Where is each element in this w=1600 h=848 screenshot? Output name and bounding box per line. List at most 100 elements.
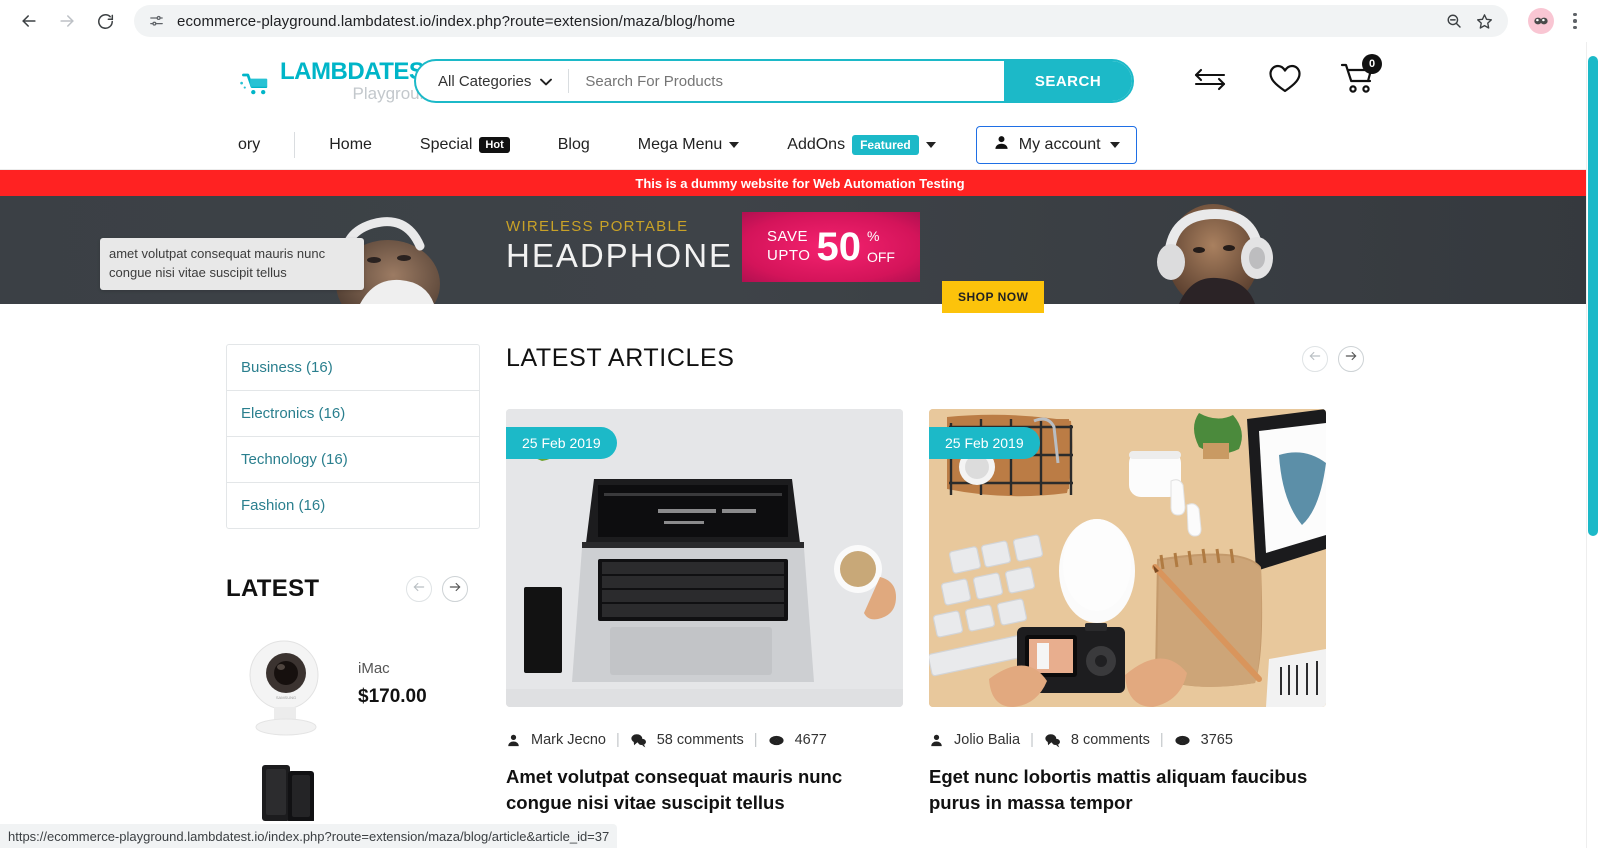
- article-author: Jolio Balia: [954, 732, 1021, 748]
- dummy-site-notice: This is a dummy website for Web Automati…: [0, 170, 1600, 196]
- my-account-label: My account: [1018, 135, 1101, 153]
- articles-next-button[interactable]: [1338, 345, 1364, 372]
- nav-label: Mega Menu: [637, 135, 723, 153]
- nav-label: AddOns: [787, 135, 846, 153]
- category-item-technology[interactable]: Technology (16): [227, 437, 479, 483]
- arrow-left-icon: [1308, 349, 1322, 368]
- meta-separator: |: [1030, 732, 1034, 748]
- arrow-left-icon: [412, 580, 426, 599]
- search-input[interactable]: [569, 61, 1004, 101]
- nav-label: Special: [419, 135, 473, 153]
- latest-articles-title: LATEST ARTICLES: [506, 344, 735, 372]
- compare-button[interactable]: [1190, 64, 1230, 99]
- product-image-imac: SAMSUNG: [226, 629, 346, 739]
- hero-text: WIRELESS PORTABLE HEADPHONE: [506, 218, 733, 275]
- latest-next-button[interactable]: [442, 576, 468, 602]
- nav-divider: [294, 131, 296, 158]
- product-price: $170.00: [358, 686, 427, 707]
- main-navigation: ory Home Special Hot Blog Mega Menu AddO…: [0, 120, 1600, 290]
- chevron-down-icon: [925, 141, 936, 148]
- article-views: 4677: [794, 732, 827, 748]
- site-logo[interactable]: LAMBDATEST Playground: [238, 60, 439, 102]
- article-title[interactable]: Amet volutpat consequat mauris nunc cong…: [506, 764, 903, 817]
- search-button[interactable]: SEARCH: [1004, 61, 1132, 101]
- comments-icon: [1044, 733, 1061, 748]
- category-item-business[interactable]: Business (16): [227, 345, 479, 391]
- hero-upto-label: UPTO: [767, 247, 811, 264]
- article-image-laptop[interactable]: 25 Feb 2019: [506, 409, 903, 707]
- category-list: Business (16) Electronics (16) Technolog…: [226, 344, 480, 529]
- back-arrow-icon: [19, 11, 39, 31]
- featured-badge: Featured: [852, 134, 919, 155]
- article-card[interactable]: 25 Feb 2019 Jolio Balia | 8 comments | 3…: [929, 409, 1326, 817]
- arrow-right-icon: [448, 580, 462, 599]
- article-views: 3765: [1200, 732, 1233, 748]
- nav-item-mega-menu[interactable]: Mega Menu: [614, 136, 764, 154]
- page-content: Business (16) Electronics (16) Technolog…: [0, 304, 1600, 848]
- latest-products-header: LATEST: [226, 575, 480, 603]
- article-date-badge: 25 Feb 2019: [506, 427, 617, 459]
- heart-icon: [1268, 63, 1302, 99]
- nav-item-special[interactable]: Special Hot: [396, 136, 534, 154]
- site-settings-icon[interactable]: [148, 13, 165, 30]
- nav-label: Home: [329, 135, 372, 153]
- address-bar[interactable]: ecommerce-playground.lambdatest.io/index…: [134, 5, 1508, 37]
- chevron-down-icon: [540, 73, 553, 90]
- latest-prev-button[interactable]: [406, 576, 432, 602]
- sidebar-product-item[interactable]: SAMSUNG iMac $170.00: [226, 629, 480, 739]
- forward-arrow-icon: [57, 11, 77, 31]
- user-icon: [506, 733, 521, 748]
- category-item-fashion[interactable]: Fashion (16): [227, 483, 479, 528]
- article-image-desk[interactable]: 25 Feb 2019: [929, 409, 1326, 707]
- product-name: iMac: [358, 660, 390, 677]
- shop-by-category-label: ory: [238, 135, 261, 153]
- latest-articles-section: LATEST ARTICLES 25 Feb 2019 Mark Jecno |…: [480, 304, 1600, 848]
- category-item-electronics[interactable]: Electronics (16): [227, 391, 479, 437]
- kebab-menu-icon[interactable]: [1562, 12, 1588, 30]
- back-button[interactable]: [12, 4, 46, 38]
- chevron-down-icon: [729, 141, 740, 148]
- category-select-label: All Categories: [438, 72, 532, 90]
- search-bar: All Categories SEARCH: [414, 59, 1134, 103]
- nav-shop-by-category[interactable]: ory: [238, 136, 284, 154]
- article-meta: Jolio Balia | 8 comments | 3765: [929, 732, 1326, 748]
- header-icons: 0: [1190, 54, 1382, 100]
- link-tooltip: amet volutpat consequat mauris nunc cong…: [100, 238, 364, 290]
- hero-percent-value: 50: [816, 225, 861, 269]
- hero-save-label: SAVE: [767, 228, 808, 246]
- articles-prev-button[interactable]: [1302, 345, 1328, 372]
- user-icon: [929, 733, 944, 748]
- chevron-down-icon: [1109, 141, 1120, 148]
- headphone-model-right-image: [1095, 196, 1305, 304]
- article-card[interactable]: 25 Feb 2019 Mark Jecno | 58 comments | 4…: [506, 409, 903, 817]
- latest-products-title: LATEST: [226, 575, 320, 602]
- hero-eyebrow: WIRELESS PORTABLE: [506, 218, 689, 235]
- arrow-right-icon: [1344, 349, 1358, 368]
- user-icon: [993, 134, 1010, 156]
- nav-item-home[interactable]: Home: [305, 136, 396, 154]
- category-select[interactable]: All Categories: [416, 61, 568, 101]
- wishlist-button[interactable]: [1268, 63, 1302, 99]
- article-date-badge: 25 Feb 2019: [929, 427, 1040, 459]
- cart-button[interactable]: 0: [1340, 54, 1382, 100]
- article-comments: 8 comments: [1070, 732, 1150, 748]
- nav-item-blog[interactable]: Blog: [534, 136, 614, 154]
- article-comments: 58 comments: [656, 732, 744, 748]
- page-scrollbar[interactable]: [1586, 42, 1600, 848]
- address-bar-url: ecommerce-playground.lambdatest.io/index…: [177, 12, 736, 30]
- blog-sidebar: Business (16) Electronics (16) Technolog…: [226, 304, 480, 848]
- svg-text:SAMSUNG: SAMSUNG: [276, 695, 296, 700]
- reload-icon: [96, 12, 115, 31]
- hero-off-label: OFF: [866, 249, 895, 265]
- scrollbar-thumb[interactable]: [1588, 56, 1598, 536]
- zoom-out-icon[interactable]: [1445, 12, 1463, 30]
- hero-discount-block: SAVE UPTO 50 % OFF: [742, 212, 920, 282]
- forward-button[interactable]: [50, 4, 84, 38]
- star-icon[interactable]: [1475, 12, 1494, 31]
- my-account-button[interactable]: My account: [975, 125, 1137, 164]
- profile-avatar-icon[interactable]: [1528, 8, 1554, 34]
- nav-label: Blog: [557, 135, 590, 153]
- nav-item-addons[interactable]: AddOns Featured: [763, 134, 960, 155]
- reload-button[interactable]: [88, 4, 122, 38]
- article-title[interactable]: Eget nunc lobortis mattis aliquam faucib…: [929, 764, 1326, 817]
